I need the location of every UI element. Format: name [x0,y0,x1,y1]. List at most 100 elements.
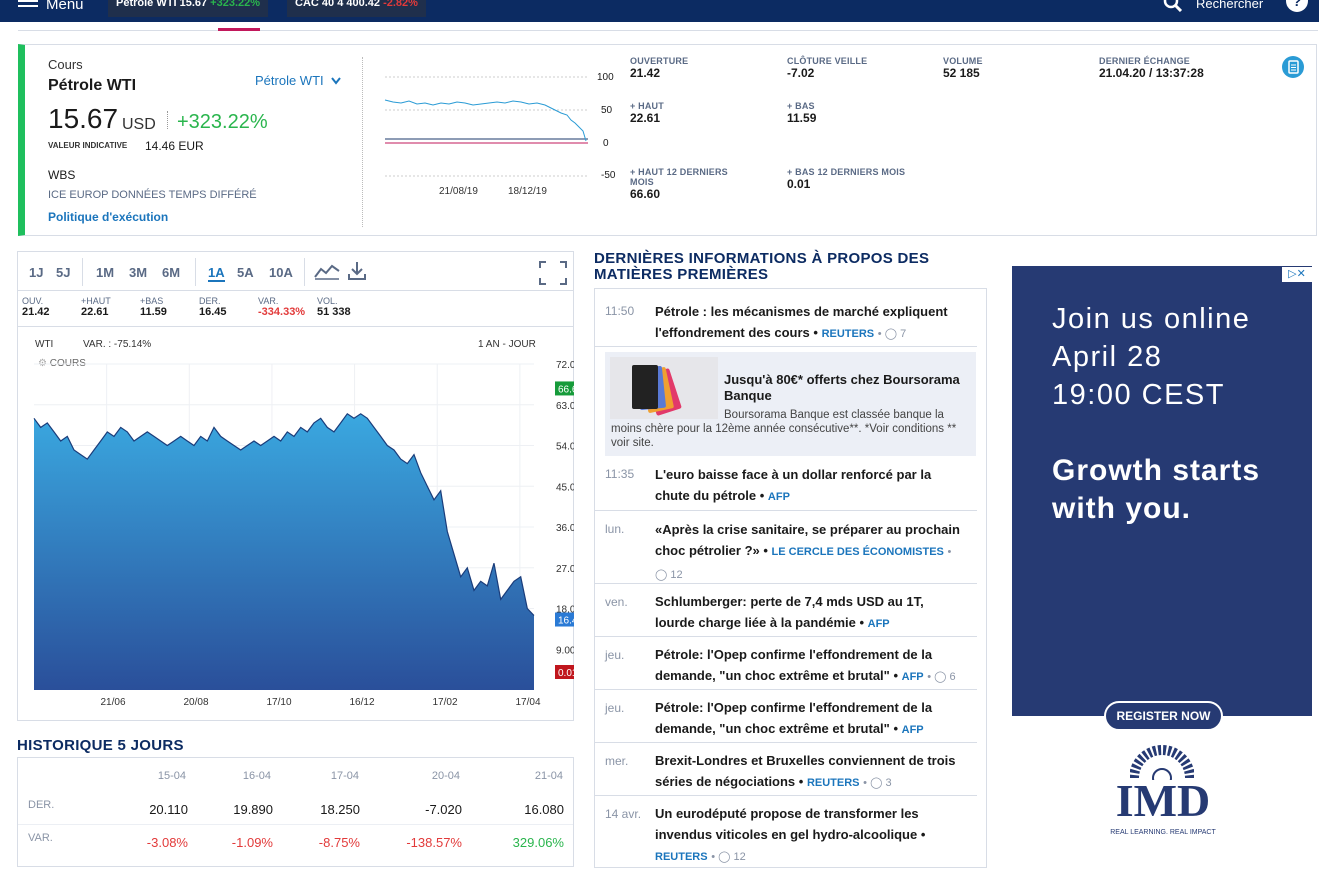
stat-low-12m: + BAS 12 DERNIERS MOIS 0.01 [787,167,927,191]
comment-count: 3 [885,777,891,789]
low-marker-label: 0.010 [558,668,574,679]
quote-change: +323.22% [177,111,268,134]
history-date: 21-04 [503,770,563,782]
ticker-wti[interactable]: Pétrole WTI 15.67 +323.22% [108,0,268,17]
ticker-name: Pétrole WTI [116,0,177,9]
chart-stat-high: +HAUT22.61 [81,296,111,318]
news-headline[interactable]: Pétrole: l'Opep confirme l'effondrement … [655,647,932,683]
history-date: 16-04 [211,770,271,782]
y-tick-label: 63.00 [556,401,574,412]
divider [304,258,305,286]
news-headline[interactable]: Pétrole: l'Opep confirme l'effondrement … [655,700,932,736]
stat-volume: VOLUME 52 185 [943,56,983,80]
chart-type-icon[interactable] [313,261,341,281]
search-icon[interactable] [1163,0,1183,12]
ticker-change: +323.22% [210,0,260,9]
news-item[interactable]: jeu. Pétrole: l'Opep confirme l'effondre… [595,690,977,743]
news-time: 14 avr. [605,807,641,821]
stat-value: 52 185 [943,66,983,80]
comment-icon: ◯ [870,777,882,789]
stat-label: + BAS 12 DERNIERS MOIS [787,167,927,177]
instrument-selector[interactable]: Pétrole WTI [255,73,341,88]
history-date: 17-04 [299,770,359,782]
history-cell: -7.020 [392,802,462,817]
chart-symbol: WTI [35,339,53,350]
news-source[interactable]: LE CERCLE DES ÉCONOMISTES [772,546,944,558]
stat-value: 21.04.20 / 13:37:28 [1099,66,1204,80]
ticker-name: CAC 40 [295,0,334,9]
divider [195,258,196,286]
period-6m[interactable]: 6M [162,265,180,280]
news-item[interactable]: 14 avr. Un eurodéputé propose de transfo… [595,796,977,876]
news-source[interactable]: REUTERS [655,851,708,863]
imd-tagline: REAL LEARNING. REAL IMPACT [1103,829,1223,836]
stat-value: -334.33% [258,306,305,318]
period-1a[interactable]: 1A [208,265,225,282]
indicative-label: VALEUR INDICATIVE [48,141,127,150]
news-item[interactable]: ven. Schlumberger: perte de 7,4 mds USD … [595,584,977,637]
execution-policy-link[interactable]: Politique d'exécution [48,210,168,224]
ticker-cac40[interactable]: CAC 40 4 400.42 -2.82% [287,0,426,17]
promo-title[interactable]: Jusqu'à 80€* offerts chez Boursorama Ban… [724,372,964,404]
news-source[interactable]: AFP [768,491,790,503]
fullscreen-icon[interactable] [538,260,568,286]
history-cell: -138.57% [392,835,462,850]
stat-value: 0.01 [787,177,927,191]
ticker-change: -2.82% [383,0,418,9]
news-item[interactable]: lun. «Après la crise sanitaire, se prépa… [595,511,977,584]
period-5a[interactable]: 5A [237,265,254,280]
period-3m[interactable]: 3M [129,265,147,280]
comment-count: 7 [900,328,906,340]
stat-label: DERNIER ÉCHANGE [1099,56,1204,66]
separator [167,111,168,129]
news-title: DERNIÈRES INFORMATIONS À PROPOS DES MATI… [594,251,974,283]
news-source[interactable]: AFP [868,618,890,630]
news-list: 11:50 Pétrole : les mécanismes de marché… [594,288,987,868]
news-item[interactable]: jeu. Pétrole: l'Opep confirme l'effondre… [595,637,977,690]
y-tick-label: 72.00 [556,360,574,371]
chart-var-label: VAR. : -75.14% [83,339,151,350]
stat-label: +BAS [140,296,167,306]
promo-banner[interactable]: Jusqu'à 80€* offerts chez Boursorama Ban… [605,352,976,456]
stat-value: 21.42 [22,306,50,318]
news-headline[interactable]: Brexit-Londres et Bruxelles conviennent … [655,753,956,789]
news-item[interactable]: 11:50 Pétrole : les mécanismes de marché… [595,289,977,347]
ticker-price: 15.67 [180,0,208,9]
news-headline[interactable]: Un eurodéputé propose de transformer les… [655,806,919,842]
comment-icon: ◯ [885,328,897,340]
stat-value: 22.61 [81,306,111,318]
news-source[interactable]: REUTERS [807,777,860,789]
history-cell: -1.09% [203,835,273,850]
active-tab-indicator [218,28,260,31]
mini-x-tick: 21/08/19 [439,186,478,197]
period-10a[interactable]: 10A [269,265,293,280]
news-source[interactable]: REUTERS [822,328,875,340]
history-cell: 20.110 [118,802,188,817]
news-source[interactable]: AFP [902,724,924,736]
history-cell: 16.080 [494,802,564,817]
register-now-button[interactable]: REGISTER NOW [1104,701,1223,731]
adchoices-icon[interactable]: ▷✕ [1282,267,1312,282]
period-1j[interactable]: 1J [29,265,43,280]
period-5j[interactable]: 5J [56,265,70,280]
divider [18,824,573,825]
hamburger-menu-icon[interactable] [18,0,38,12]
download-icon[interactable] [346,260,368,282]
mini-price-chart [383,65,603,205]
news-time: lun. [605,522,624,536]
ad-line: Join us online [1052,300,1250,338]
stat-value: 66.60 [630,187,750,201]
news-item[interactable]: mer. Brexit-Londres et Bruxelles convien… [595,743,977,796]
help-icon[interactable]: ? [1286,0,1308,12]
news-item[interactable]: 11:35 L'euro baisse face à un dollar ren… [595,461,977,511]
stat-open: OUVERTURE 21.42 [630,56,688,80]
ticker-price: 4 400.42 [337,0,380,9]
news-headline[interactable]: L'euro baisse face à un dollar renforcé … [655,467,931,503]
ad-banner[interactable]: ▷✕ Join us online April 28 19:00 CEST Gr… [1012,266,1312,716]
document-icon[interactable] [1282,56,1304,78]
y-tick-label: 9.00 [556,645,574,656]
menu-label[interactable]: Menu [46,0,84,13]
period-1m[interactable]: 1M [96,265,114,280]
search-label[interactable]: Rechercher [1196,0,1263,11]
news-source[interactable]: AFP [902,671,924,683]
